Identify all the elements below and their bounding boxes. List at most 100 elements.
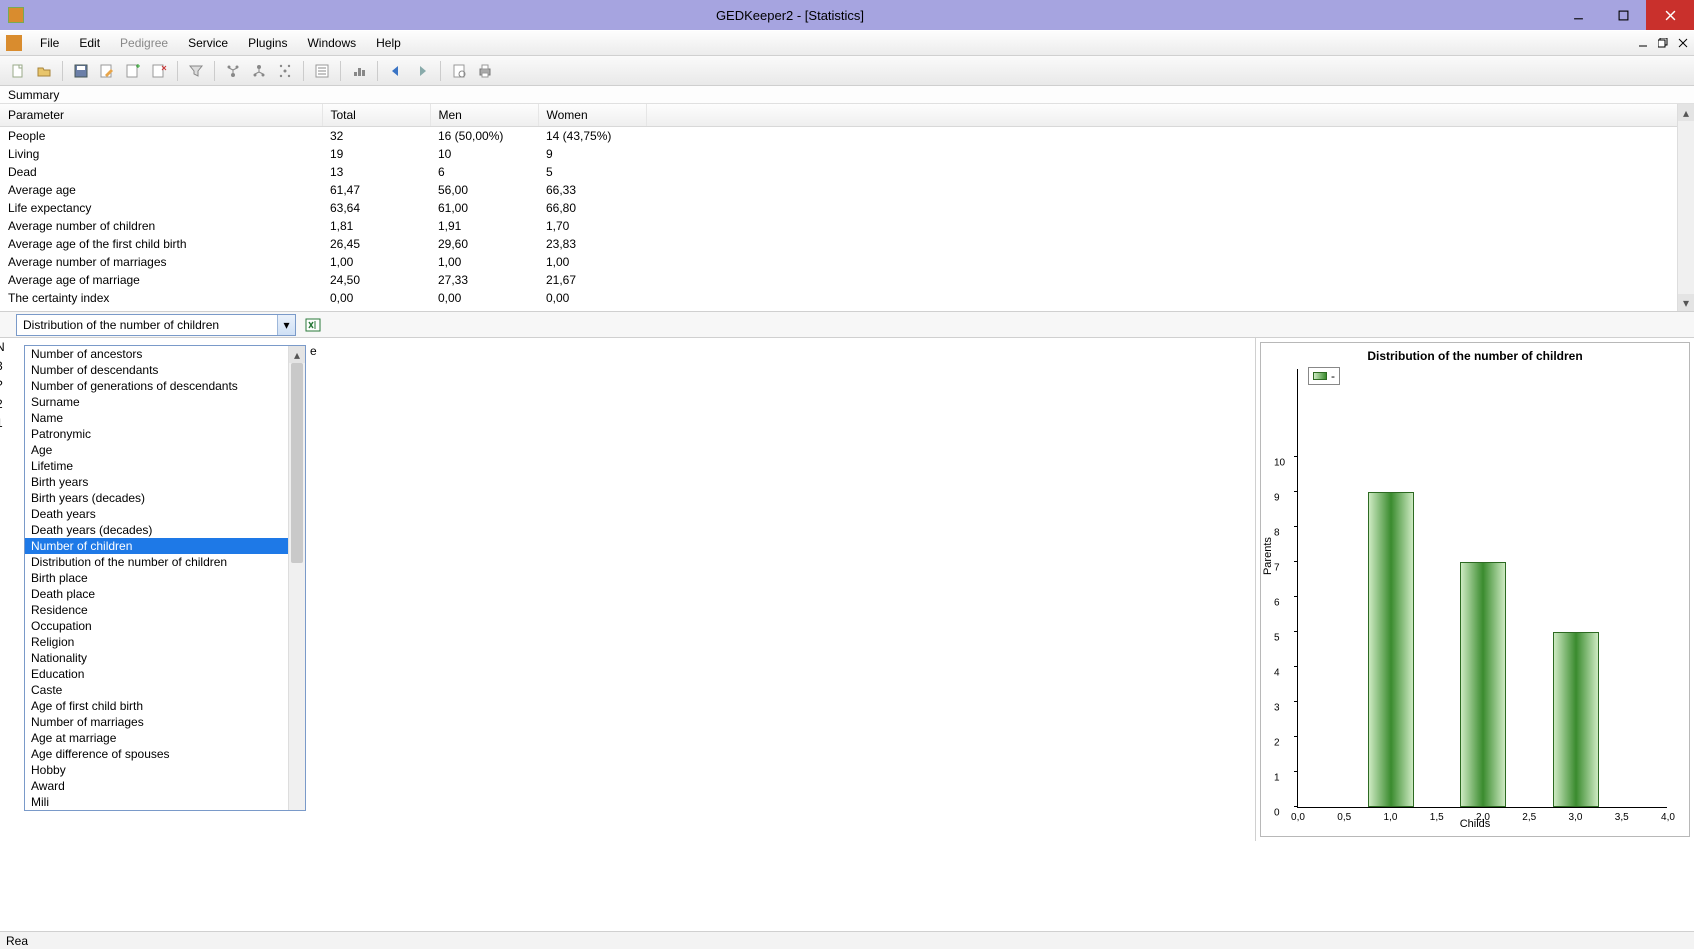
mdi-close-button[interactable] <box>1676 36 1690 50</box>
menu-service[interactable]: Service <box>178 32 238 54</box>
combobox-dropdown-button[interactable]: ▾ <box>277 315 295 335</box>
column-header[interactable]: Total <box>322 104 430 127</box>
menu-file[interactable]: File <box>30 32 69 54</box>
dropdown-option[interactable]: Distribution of the number of children <box>25 554 305 570</box>
dropdown-option[interactable]: Age <box>25 442 305 458</box>
column-header[interactable]: Women <box>538 104 646 127</box>
dropdown-option[interactable]: Number of ancestors <box>25 346 305 362</box>
dropdown-option[interactable]: Number of generations of descendants <box>25 378 305 394</box>
dropdown-option[interactable]: Award <box>25 778 305 794</box>
list-row-marker: 1 <box>0 416 3 430</box>
scrollbar-thumb[interactable] <box>291 363 303 563</box>
y-tick-label: 4 <box>1274 668 1280 679</box>
scroll-up-icon[interactable]: ▴ <box>289 346 305 363</box>
scroll-down-icon[interactable]: ▾ <box>1678 294 1694 311</box>
y-tick-label: 7 <box>1274 563 1280 574</box>
open-file-button[interactable] <box>32 59 56 83</box>
combobox-value: Distribution of the number of children <box>17 318 277 332</box>
dropdown-option[interactable]: Religion <box>25 634 305 650</box>
dropdown-option[interactable]: Occupation <box>25 618 305 634</box>
dropdown-option[interactable]: Death years <box>25 506 305 522</box>
nav-back-button[interactable] <box>384 59 408 83</box>
maximize-button[interactable] <box>1601 0 1646 30</box>
table-row[interactable]: Average number of children1,811,911,70 <box>0 217 1694 235</box>
dropdown-option[interactable]: Caste <box>25 682 305 698</box>
x-tick-label: 2,0 <box>1476 812 1490 823</box>
table-row[interactable]: People3216 (50,00%)14 (43,75%) <box>0 127 1694 146</box>
dropdown-option[interactable]: Lifetime <box>25 458 305 474</box>
table-row[interactable]: Average age of marriage24,5027,3321,67 <box>0 271 1694 289</box>
dropdown-option[interactable]: Residence <box>25 602 305 618</box>
minimize-button[interactable] <box>1556 0 1601 30</box>
table-row[interactable]: Average age61,4756,0066,33 <box>0 181 1694 199</box>
stats-button[interactable] <box>347 59 371 83</box>
dropdown-option[interactable]: Hobby <box>25 762 305 778</box>
tree-descendants-button[interactable] <box>247 59 271 83</box>
dropdown-option[interactable]: Nationality <box>25 650 305 666</box>
dropdown-option[interactable]: Death place <box>25 586 305 602</box>
dropdown-option[interactable]: Mili <box>25 794 305 810</box>
close-button[interactable] <box>1646 0 1694 30</box>
list-row-marker: ? <box>0 378 3 392</box>
table-row[interactable]: Average age of the first child birth26,4… <box>0 235 1694 253</box>
filter-button[interactable] <box>184 59 208 83</box>
y-tick-label: 3 <box>1274 703 1280 714</box>
chart-bar <box>1553 632 1599 807</box>
dropdown-option[interactable]: Age at marriage <box>25 730 305 746</box>
scroll-up-icon[interactable]: ▴ <box>1678 104 1694 121</box>
dropdown-option[interactable]: Name <box>25 410 305 426</box>
nav-forward-button[interactable] <box>410 59 434 83</box>
column-header[interactable]: Parameter <box>0 104 322 127</box>
table-row[interactable]: Living19109 <box>0 145 1694 163</box>
dropdown-scrollbar[interactable]: ▴ <box>288 346 305 810</box>
mdi-restore-button[interactable] <box>1656 36 1670 50</box>
chart-type-combobox[interactable]: Distribution of the number of children ▾ <box>16 314 296 336</box>
export-excel-button[interactable] <box>302 314 324 336</box>
dropdown-option[interactable]: Birth place <box>25 570 305 586</box>
dropdown-option[interactable]: Patronymic <box>25 426 305 442</box>
preview-button[interactable] <box>447 59 471 83</box>
tree-both-button[interactable] <box>273 59 297 83</box>
edit-record-button[interactable] <box>95 59 119 83</box>
table-row[interactable]: The certainty index0,000,000,00 <box>0 289 1694 307</box>
y-tick-label: 0 <box>1274 808 1280 819</box>
chart-type-dropdown-list[interactable]: Number of ancestorsNumber of descendants… <box>24 345 306 811</box>
dropdown-option[interactable]: Age of first child birth <box>25 698 305 714</box>
dropdown-option[interactable]: Death years (decades) <box>25 522 305 538</box>
tree-ancestors-button[interactable] <box>221 59 245 83</box>
y-tick-label: 2 <box>1274 738 1280 749</box>
menu-help[interactable]: Help <box>366 32 411 54</box>
column-header[interactable]: Men <box>430 104 538 127</box>
save-button[interactable] <box>69 59 93 83</box>
dropdown-option[interactable]: Birth years (decades) <box>25 490 305 506</box>
y-tick-label: 10 <box>1274 458 1285 469</box>
dropdown-option[interactable]: Number of marriages <box>25 714 305 730</box>
menu-windows[interactable]: Windows <box>297 32 366 54</box>
dropdown-option[interactable]: Age difference of spouses <box>25 746 305 762</box>
summary-label: Summary <box>0 86 1694 104</box>
dropdown-option[interactable]: Number of children <box>25 538 305 554</box>
summary-table: ParameterTotalMenWomen People3216 (50,00… <box>0 104 1694 312</box>
table-row[interactable]: Average number of marriages1,001,001,00 <box>0 253 1694 271</box>
chart-legend: - <box>1308 367 1340 385</box>
print-button[interactable] <box>473 59 497 83</box>
titlebar: GEDKeeper2 - [Statistics] <box>0 0 1694 30</box>
dropdown-option[interactable]: Number of descendants <box>25 362 305 378</box>
table-scrollbar[interactable]: ▴ ▾ <box>1677 104 1694 311</box>
y-tick-label: 5 <box>1274 633 1280 644</box>
menu-plugins[interactable]: Plugins <box>238 32 297 54</box>
delete-record-button[interactable] <box>147 59 171 83</box>
table-row[interactable]: Dead1365 <box>0 163 1694 181</box>
add-record-button[interactable] <box>121 59 145 83</box>
table-row[interactable]: Life expectancy63,6461,0066,80 <box>0 199 1694 217</box>
statusbar: Rea <box>0 931 1694 949</box>
menu-edit[interactable]: Edit <box>69 32 110 54</box>
dropdown-option[interactable]: Birth years <box>25 474 305 490</box>
mdi-minimize-button[interactable] <box>1636 36 1650 50</box>
dropdown-option[interactable]: Education <box>25 666 305 682</box>
x-tick-label: 3,0 <box>1569 812 1583 823</box>
chart-selector-bar: Distribution of the number of children ▾ <box>0 312 1694 338</box>
new-file-button[interactable] <box>6 59 30 83</box>
pedigree-button[interactable] <box>310 59 334 83</box>
dropdown-option[interactable]: Surname <box>25 394 305 410</box>
